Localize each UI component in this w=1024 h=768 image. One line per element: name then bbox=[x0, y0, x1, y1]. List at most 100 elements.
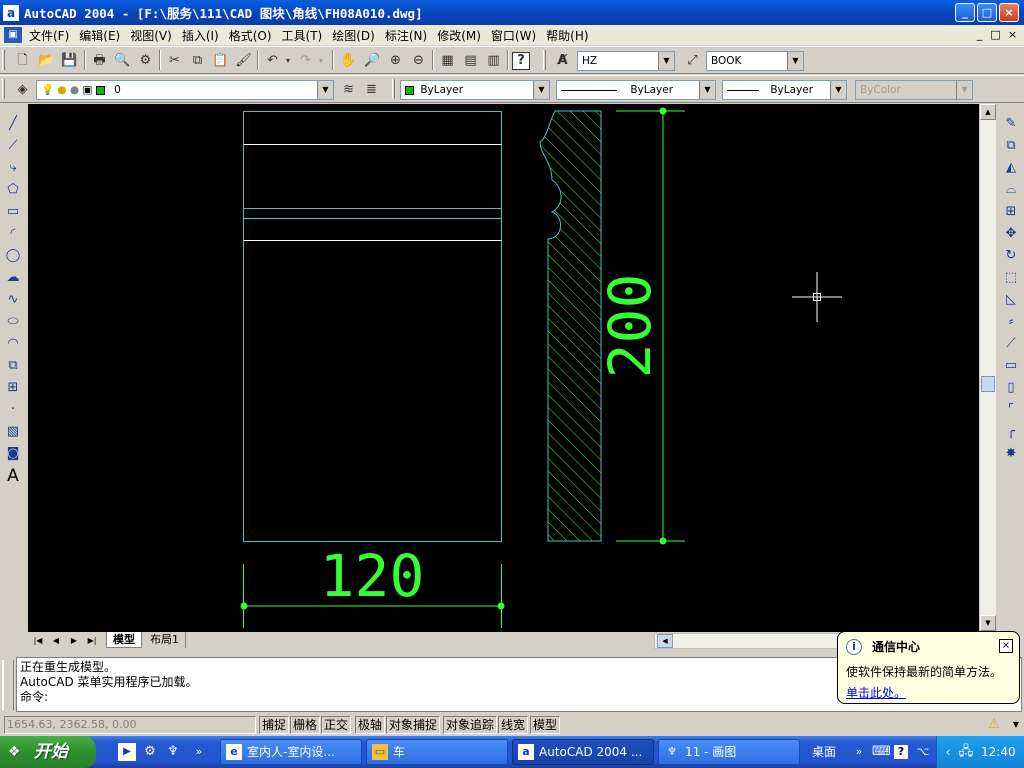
mdi-minimize-button[interactable]: _ bbox=[972, 27, 987, 42]
previous-tab-icon[interactable]: ◀ bbox=[48, 634, 64, 648]
drawing-canvas[interactable]: 200 120 bbox=[28, 104, 979, 632]
toolbar-grip[interactable] bbox=[2, 50, 5, 70]
status-menu-icon[interactable]: ▼ bbox=[1010, 717, 1022, 733]
menu-tools[interactable]: 工具(T) bbox=[277, 27, 328, 44]
menu-window[interactable]: 窗口(W) bbox=[486, 27, 541, 44]
model-space-toggle[interactable]: 模型 bbox=[530, 716, 561, 734]
media-player-icon[interactable]: ▶ bbox=[118, 743, 136, 761]
tab-model[interactable]: 模型 bbox=[106, 632, 142, 648]
rectangle-icon[interactable]: ▭ bbox=[3, 202, 23, 222]
zoom-previous-icon[interactable]: ⊖ bbox=[408, 50, 429, 71]
paste-icon[interactable]: 📋 bbox=[210, 50, 231, 71]
command-window-grip[interactable] bbox=[2, 660, 14, 710]
mdi-restore-button[interactable]: □ bbox=[988, 27, 1003, 42]
properties-icon[interactable]: ▦ bbox=[437, 50, 458, 71]
keyboard-icon[interactable]: ⌨ bbox=[872, 743, 891, 761]
last-tab-icon[interactable]: ▶| bbox=[84, 634, 100, 648]
trim-icon[interactable]: ⸗ bbox=[1001, 312, 1021, 332]
start-button[interactable]: ❖ 开始 bbox=[0, 736, 96, 768]
close-button[interactable]: × bbox=[999, 3, 1019, 22]
design-center-icon[interactable]: ▤ bbox=[460, 50, 481, 71]
text-style-select[interactable]: HZ ▼ bbox=[577, 51, 675, 71]
move-icon[interactable]: ✥ bbox=[1001, 224, 1021, 244]
offset-icon[interactable]: ⌓ bbox=[1001, 180, 1021, 200]
help-tray-icon[interactable]: ? bbox=[894, 745, 908, 759]
minimize-button[interactable]: _ bbox=[955, 3, 975, 22]
chevron-down-icon[interactable]: ▼ bbox=[787, 52, 803, 70]
scroll-up-icon[interactable]: ▲ bbox=[980, 104, 996, 120]
lineweight-select[interactable]: ByLayer ▼ bbox=[722, 80, 847, 100]
chevron-down-icon[interactable]: ▼ bbox=[658, 52, 674, 70]
layer-manager-icon[interactable]: ◈ bbox=[12, 79, 33, 100]
mdi-close-button[interactable]: × bbox=[1005, 27, 1020, 42]
toolbar-grip[interactable] bbox=[2, 79, 5, 99]
chevron-down-icon[interactable]: ▼ bbox=[830, 81, 846, 99]
clock[interactable]: 12:40 bbox=[981, 736, 1016, 768]
copy-object-icon[interactable]: ⧉ bbox=[1001, 136, 1021, 156]
menu-help[interactable]: 帮助(H) bbox=[541, 27, 593, 44]
tray-expand-icon[interactable]: ‹ bbox=[939, 743, 957, 761]
undo-dropdown-icon[interactable]: ▾ bbox=[283, 50, 293, 71]
multiline-text-icon[interactable]: A bbox=[3, 466, 23, 486]
spline-icon[interactable]: ∿ bbox=[3, 290, 23, 310]
pan-icon[interactable]: ✋ bbox=[338, 50, 359, 71]
menu-insert[interactable]: 插入(I) bbox=[177, 27, 224, 44]
break-at-point-icon[interactable]: ▭ bbox=[1001, 356, 1021, 376]
task-folder[interactable]: ▭ 车 bbox=[366, 739, 508, 765]
arc-icon[interactable]: ◜ bbox=[3, 224, 23, 244]
menu-edit[interactable]: 编辑(E) bbox=[74, 27, 125, 44]
redo-icon[interactable]: ↷ bbox=[295, 50, 316, 71]
vertical-scroll-thumb[interactable] bbox=[981, 376, 995, 392]
first-tab-icon[interactable]: |◀ bbox=[30, 634, 46, 648]
toolbar-grip[interactable] bbox=[543, 50, 546, 70]
circle-icon[interactable]: ◯ bbox=[3, 246, 23, 266]
tab-layout1[interactable]: 布局1 bbox=[144, 632, 186, 648]
snap-toggle[interactable]: 捕捉 bbox=[259, 716, 290, 734]
chevron-down-icon[interactable]: ▼ bbox=[699, 81, 715, 99]
grid-toggle[interactable]: 栅格 bbox=[290, 716, 321, 734]
layer-select[interactable]: 💡 ● ● ▣ 0 ▼ bbox=[36, 80, 334, 100]
scroll-left-icon[interactable]: ◀ bbox=[657, 634, 673, 648]
otrack-toggle[interactable]: 对象追踪 bbox=[443, 716, 498, 734]
tool-palettes-icon[interactable]: ▥ bbox=[483, 50, 504, 71]
undo-icon[interactable]: ↶ bbox=[262, 50, 283, 71]
desktop-toolbar-more-icon[interactable]: » bbox=[850, 743, 868, 761]
maximize-button[interactable]: □ bbox=[977, 3, 997, 22]
match-properties-icon[interactable]: 🖌 bbox=[233, 50, 254, 71]
layer-lock-icon[interactable]: ● bbox=[70, 84, 79, 96]
document-icon[interactable]: ▣ bbox=[4, 27, 22, 43]
quick-launch-more-icon[interactable]: » bbox=[190, 743, 208, 761]
print-preview-icon[interactable]: 🔍 bbox=[112, 50, 133, 71]
make-object-layer-current-icon[interactable]: ≋ bbox=[338, 79, 359, 100]
point-icon[interactable]: · bbox=[3, 400, 23, 420]
ellipse-icon[interactable]: ⬭ bbox=[3, 312, 23, 332]
layer-previous-icon[interactable]: ≣ bbox=[361, 79, 382, 100]
rotate-icon[interactable]: ↻ bbox=[1001, 246, 1021, 266]
hatch-icon[interactable]: ▧ bbox=[3, 422, 23, 442]
chevron-down-icon[interactable]: ▼ bbox=[317, 81, 333, 99]
mirror-icon[interactable]: ◭ bbox=[1001, 158, 1021, 178]
polygon-icon[interactable]: ⬠ bbox=[3, 180, 23, 200]
ime-icon[interactable]: ⌥ bbox=[914, 743, 932, 761]
vertical-scrollbar[interactable]: ▲ ▼ bbox=[979, 104, 996, 632]
make-block-icon[interactable]: ⊞ bbox=[3, 378, 23, 398]
cut-icon[interactable]: ✂ bbox=[164, 50, 185, 71]
network-icon[interactable]: 🖧 bbox=[957, 743, 975, 761]
zoom-window-icon[interactable]: ⊕ bbox=[385, 50, 406, 71]
ellipse-arc-icon[interactable]: ◠ bbox=[3, 334, 23, 354]
save-icon[interactable]: 💾 bbox=[59, 50, 80, 71]
menu-file[interactable]: 文件(F) bbox=[24, 27, 74, 44]
erase-icon[interactable]: ✎ bbox=[1001, 114, 1021, 134]
autocad-app-icon[interactable]: a bbox=[3, 4, 19, 21]
osnap-toggle[interactable]: 对象捕捉 bbox=[386, 716, 441, 734]
lineweight-toggle[interactable]: 线宽 bbox=[498, 716, 529, 734]
print-icon[interactable]: 🖶 bbox=[89, 50, 110, 71]
stretch-icon[interactable]: ◺ bbox=[1001, 290, 1021, 310]
linetype-select[interactable]: ByLayer ▼ bbox=[556, 80, 716, 100]
quick-launch-icon[interactable]: ♆ bbox=[164, 743, 182, 761]
publish-icon[interactable]: ⚙ bbox=[135, 50, 156, 71]
layer-freeze-icon[interactable]: ● bbox=[57, 84, 66, 96]
text-style-icon[interactable]: A̸ bbox=[552, 50, 573, 71]
line-icon[interactable]: ╱ bbox=[3, 114, 23, 134]
chevron-down-icon[interactable]: ▼ bbox=[533, 81, 549, 99]
